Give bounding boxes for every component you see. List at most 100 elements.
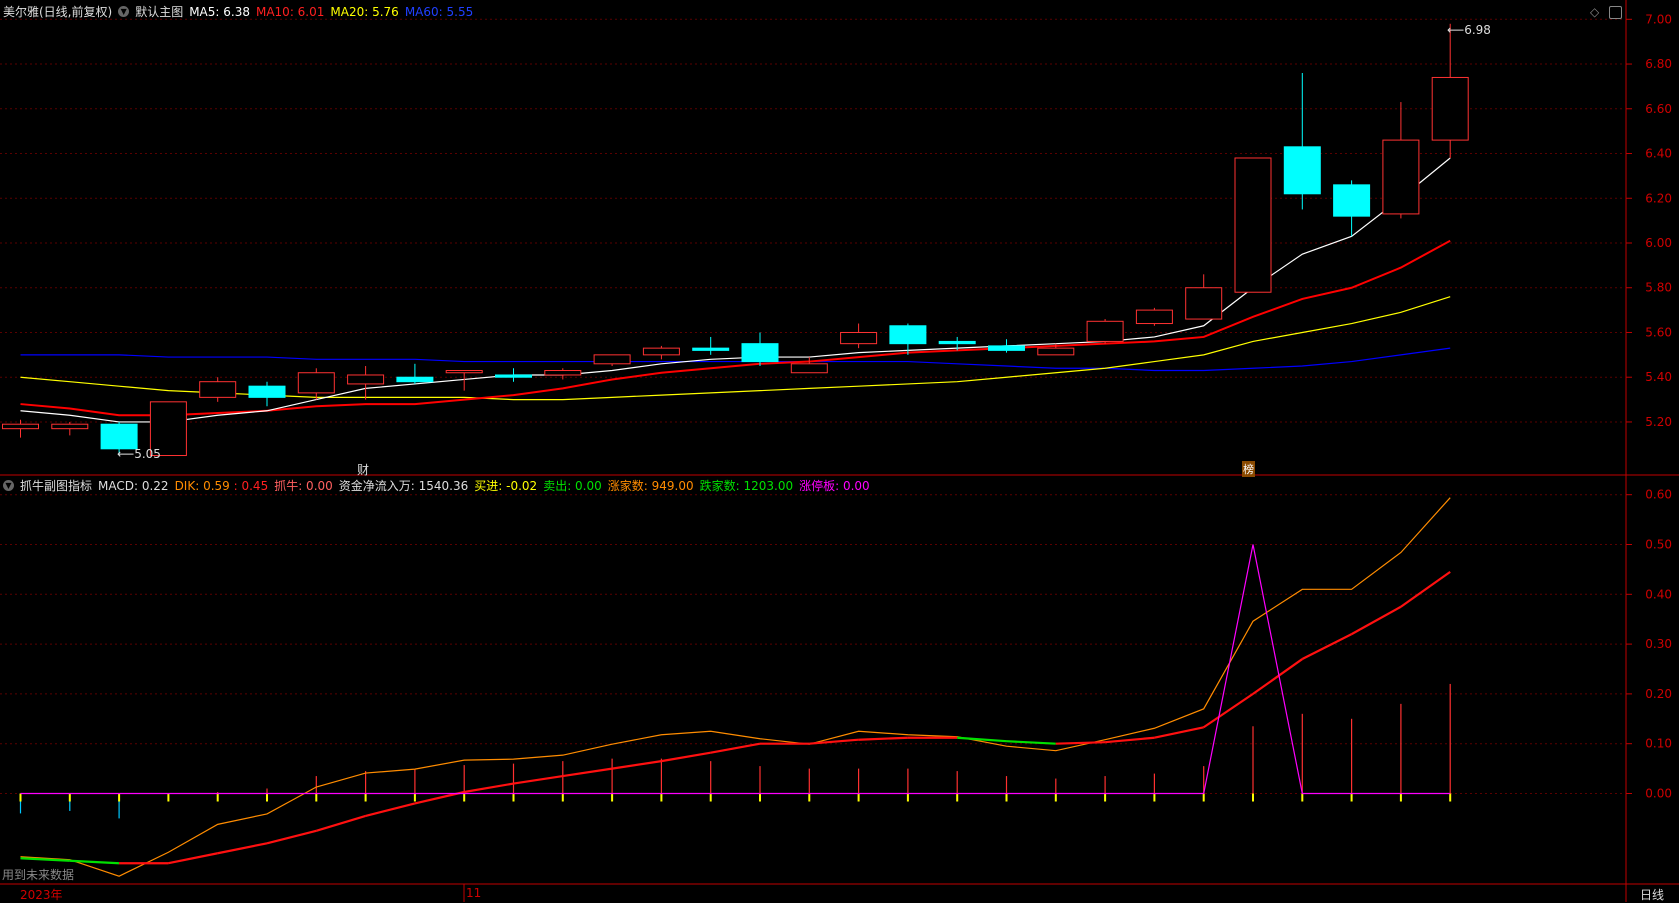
candle-up: [445, 370, 483, 374]
candle-up: [544, 370, 582, 376]
indicator-tick-label: 0.30: [1645, 637, 1672, 651]
ma10-value: MA10: 6.01: [255, 4, 325, 19]
dik2-segment: [464, 782, 514, 794]
price-tick-label: 5.20: [1645, 415, 1672, 429]
dik2-segment: [1400, 570, 1451, 608]
candle-down: [741, 343, 779, 363]
layout-toggle-icon[interactable]: [1609, 6, 1622, 19]
candle-down: [988, 345, 1025, 351]
dik2-segment: [217, 842, 268, 855]
candle-up: [297, 372, 335, 394]
candle-down: [889, 325, 927, 345]
candle-up: [1086, 320, 1124, 342]
dik2-segment: [20, 857, 70, 862]
dik2-segment: [315, 814, 366, 832]
dik2-segment: [611, 760, 662, 770]
ma20-value: MA20: 5.76: [330, 4, 399, 19]
down-count-value: 跌家数: 1203.00: [699, 479, 794, 493]
dik2-segment: [562, 767, 613, 778]
candle-down: [396, 376, 434, 383]
dik2-segment: [710, 742, 761, 754]
candle-up: [347, 374, 385, 385]
indicator-tick-label: 0.40: [1645, 587, 1672, 601]
ma5-value: MA5: 6.38: [189, 4, 250, 19]
indicator-title[interactable]: 抓牛副图指标: [20, 477, 92, 494]
main-chart-header: 美尔雅(日线,前复权) ▼ 默认主图 MA5: 6.38 MA10: 6.01 …: [3, 3, 473, 20]
dik2-segment: [1203, 692, 1254, 729]
year-label: 2023年: [20, 888, 63, 902]
indicator-dropdown-icon[interactable]: ▼: [3, 480, 14, 491]
dik2-segment: [266, 829, 317, 845]
limit-up-value: 涨停板: 0.00: [799, 479, 870, 493]
candle-up: [1185, 287, 1223, 320]
candle-up: [1135, 309, 1173, 325]
dik2-segment: [1154, 726, 1204, 739]
dik2-segment: [1351, 605, 1402, 636]
candle-up: [1234, 157, 1272, 293]
macd-value: MACD: 0.22: [98, 478, 169, 493]
sell-value: 卖出: 0.00: [543, 479, 602, 493]
candle-up: [593, 354, 631, 365]
candle-up: [790, 363, 828, 374]
limit-up-line: [20, 544, 1451, 795]
low-price-value: 5.05: [134, 447, 161, 461]
buy-value: 买进: -0.02: [474, 479, 538, 493]
candle-up: [51, 423, 89, 430]
price-tick-label: 6.40: [1645, 147, 1672, 161]
diamond-icon[interactable]: ◇: [1590, 5, 1599, 19]
dik2-segment: [1006, 740, 1056, 745]
dik2-segment: [1301, 633, 1353, 661]
price-tick-label: 5.80: [1645, 281, 1672, 295]
fund-flow-value: 资金净流入万: 1540.36: [338, 479, 469, 493]
price-tick-label: 7.00: [1645, 12, 1672, 26]
indicator-tick-label: 0.00: [1645, 787, 1672, 801]
dik2-segment: [513, 774, 563, 785]
ranking-marker[interactable]: 榜: [1242, 461, 1255, 477]
template-name[interactable]: 默认主图: [135, 3, 183, 20]
period-label[interactable]: 日线: [1640, 886, 1664, 903]
dik-line: [20, 497, 1451, 877]
candle-down: [1333, 184, 1371, 217]
high-price-value: 6.98: [1464, 23, 1491, 37]
sub-chart-header: ▼ 抓牛副图指标 MACD: 0.22 DIK: 0.59 : 0.45 抓牛:…: [3, 477, 870, 494]
indicator-tick-label: 0.10: [1645, 737, 1672, 751]
dik2-segment: [1055, 741, 1106, 745]
dik2-segment: [168, 852, 218, 865]
dik2-segment: [661, 751, 711, 763]
month-label: 11: [466, 886, 482, 900]
price-tick-label: 6.00: [1645, 236, 1672, 250]
zhuaniu-value: 抓牛: 0.00: [274, 479, 333, 493]
ma60-line: [20, 347, 1451, 372]
candle-down: [938, 340, 976, 345]
price-tick-label: 5.40: [1645, 370, 1672, 384]
price-tick-label: 6.60: [1645, 102, 1672, 116]
stock-title: 美尔雅(日线,前复权): [3, 5, 113, 19]
candle-up: [642, 347, 680, 356]
template-dropdown-icon[interactable]: ▼: [118, 6, 130, 17]
candle-up: [199, 381, 237, 398]
kline-chart[interactable]: 7.00 6.80 6.60 6.40 6.20 6.00 5.80 5.60 5.40 5.20…: [0, 0, 1679, 902]
indicator-tick-label: 0.60: [1645, 488, 1672, 502]
candle-up: [1431, 76, 1469, 141]
dik2-segment: [365, 802, 416, 817]
candle-up: [1382, 139, 1420, 215]
candle-down: [495, 374, 532, 378]
indicator-tick-label: 0.20: [1645, 687, 1672, 701]
ma60-value: MA60: 5.55: [404, 4, 474, 19]
high-price-label: ⟵6.98: [1447, 23, 1491, 37]
dik2-segment: [1252, 658, 1303, 695]
dik2-value: : 0.45: [233, 478, 269, 493]
price-tick-label: 5.60: [1645, 325, 1672, 339]
finance-marker[interactable]: 财: [357, 461, 369, 478]
dik-value: DIK: 0.59: [174, 478, 230, 493]
candle-down: [100, 423, 138, 450]
low-price-label: ⟵5.05: [117, 447, 161, 461]
dik2-segment: [69, 859, 120, 865]
candle-up: [1037, 347, 1075, 356]
candle-up: [2, 423, 39, 430]
candle-down: [692, 347, 730, 351]
future-data-note: 用到未来数据: [2, 868, 75, 882]
indicator-tick-label: 0.50: [1645, 538, 1672, 552]
candle-down: [248, 385, 286, 398]
candle-down: [1283, 146, 1321, 195]
